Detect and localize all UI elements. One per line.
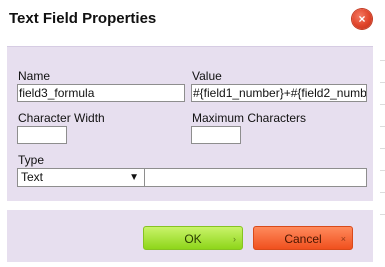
type-select-value: Text — [21, 170, 44, 184]
cancel-button[interactable]: Cancel × — [253, 226, 353, 250]
dialog-titlebar: Text Field Properties × — [0, 0, 385, 38]
dialog-title: Text Field Properties — [9, 10, 157, 27]
properties-panel: Name field3_formula Value #{field1_numbe… — [7, 46, 373, 201]
character-width-label: Character Width — [18, 111, 105, 125]
character-width-input[interactable] — [17, 126, 67, 144]
value-label: Value — [192, 69, 222, 83]
type-label: Type — [18, 153, 45, 167]
close-icon[interactable]: × — [352, 9, 372, 29]
cancel-button-label: Cancel — [284, 232, 322, 246]
text-field-properties-dialog: Text Field Properties × Name field3_form… — [0, 0, 385, 267]
cancel-x-icon: × — [340, 234, 346, 244]
ok-button[interactable]: OK › — [143, 226, 243, 250]
maximum-characters-input[interactable] — [191, 126, 241, 144]
maximum-characters-label: Maximum Characters — [192, 111, 307, 125]
value-input[interactable]: #{field1_number}+#{field2_number} — [191, 84, 367, 102]
chevron-right-icon: › — [233, 234, 236, 244]
ok-button-label: OK — [184, 232, 202, 246]
chevron-down-icon: ▼ — [129, 172, 139, 183]
background-scroll-edge — [380, 60, 385, 230]
type-select[interactable]: Text ▼ — [17, 168, 145, 187]
name-input[interactable]: field3_formula — [17, 84, 185, 102]
type-select-extension[interactable] — [145, 168, 367, 187]
name-label: Name — [18, 69, 51, 83]
dialog-footer: OK › Cancel × — [7, 210, 373, 262]
